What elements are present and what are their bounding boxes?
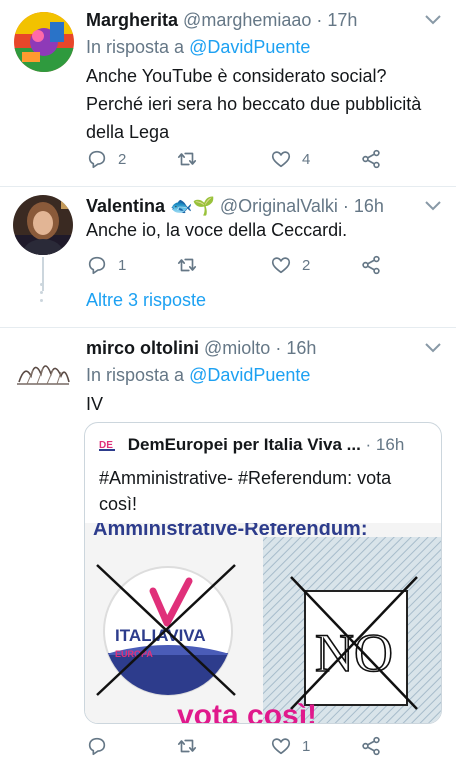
- tweet-margherita[interactable]: Margherita @marghemiaao · 17h In rispost…: [0, 0, 456, 186]
- timestamp: · 17h: [316, 10, 358, 30]
- logo-text-europa: EUROPA: [115, 649, 153, 659]
- share-icon: [362, 255, 380, 275]
- action-bar: 1: [86, 734, 386, 758]
- like-button[interactable]: 4: [270, 147, 310, 171]
- reply-button[interactable]: [86, 734, 118, 758]
- reply-prefix: In risposta a: [86, 37, 190, 57]
- image-footer-text: vota così!: [177, 699, 317, 724]
- quoted-tweet-text: #Amministrative- #Referendum: vota così!: [99, 465, 427, 517]
- retweet-button[interactable]: [176, 147, 208, 171]
- reply-handle-link[interactable]: @DavidPuente: [189, 365, 310, 385]
- reply-context: In risposta a @DavidPuente: [86, 365, 310, 386]
- tweet-text: Anche YouTube è considerato social? Perc…: [86, 62, 442, 146]
- heart-icon: [271, 257, 291, 274]
- action-bar: 1 2: [86, 253, 386, 277]
- tweet-text: IV: [86, 390, 442, 418]
- user-handle[interactable]: @miolto: [204, 338, 270, 358]
- reply-context: In risposta a @DavidPuente: [86, 37, 310, 58]
- like-count: 1: [302, 737, 311, 755]
- share-icon: [362, 736, 380, 756]
- reply-handle-link[interactable]: @DavidPuente: [189, 37, 310, 57]
- reply-icon: [88, 150, 106, 169]
- retweet-button[interactable]: [176, 734, 208, 758]
- tweet-text-line: della Lega: [86, 122, 170, 142]
- retweet-icon: [177, 739, 197, 753]
- reply-prefix: In risposta a: [86, 365, 190, 385]
- quoted-text-line: #Amministrative- #Referendum: vota: [99, 468, 392, 488]
- tweet-text: Anche io, la voce della Ceccardi.: [86, 216, 442, 244]
- like-count: 4: [302, 150, 311, 168]
- share-button[interactable]: [360, 147, 382, 171]
- image-banner-text: Amministrative-Referendum:: [93, 523, 368, 540]
- tweet-text-line: Perché ieri sera ho beccato due pubblici…: [86, 94, 422, 114]
- reply-icon: [88, 737, 106, 756]
- reply-count: 2: [118, 150, 127, 168]
- like-button[interactable]: 2: [270, 253, 310, 277]
- avatar-margherita[interactable]: [14, 12, 74, 72]
- chevron-down-icon[interactable]: [424, 200, 442, 212]
- name-emoji: 🐟🌱: [170, 196, 215, 216]
- quoted-text-line: così!: [99, 494, 138, 514]
- tweet-text-line: Anche YouTube è considerato social?: [86, 66, 387, 86]
- display-name[interactable]: mirco oltolini: [86, 338, 199, 358]
- retweet-icon: [177, 152, 197, 166]
- display-name[interactable]: Valentina: [86, 196, 165, 216]
- quoted-display-name[interactable]: DemEuropei per Italia Viva ...: [128, 435, 361, 454]
- user-handle[interactable]: @OriginalValki: [220, 196, 338, 216]
- action-bar: 2 4: [86, 147, 386, 171]
- chevron-down-icon[interactable]: [424, 14, 442, 26]
- avatar-mirco[interactable]: [13, 342, 73, 402]
- user-handle[interactable]: @marghemiaao: [183, 10, 311, 30]
- tweet-text-line: Anche io, la voce della Ceccardi.: [86, 220, 348, 240]
- timestamp: · 16h: [342, 196, 384, 216]
- quoted-media-image[interactable]: Amministrative-Referendum: ITALIAVIVA EU…: [85, 523, 441, 724]
- timestamp: · 16h: [275, 338, 317, 358]
- chevron-down-icon[interactable]: [424, 342, 442, 354]
- quoted-tweet-card[interactable]: DE DemEuropei per Italia Viva ... · 16h …: [84, 422, 442, 724]
- retweet-icon: [177, 258, 197, 272]
- no-text: NO: [315, 623, 393, 683]
- share-icon: [362, 149, 380, 169]
- tweet-valentina[interactable]: Valentina 🐟🌱 @OriginalValki · 16h Anche …: [0, 187, 456, 327]
- heart-icon: [271, 738, 291, 755]
- quoted-avatar-logo: DE: [99, 436, 117, 451]
- more-replies-link[interactable]: Altre 3 risposte: [86, 290, 206, 311]
- reply-count: 1: [118, 256, 127, 274]
- like-count: 2: [302, 256, 311, 274]
- heart-icon: [271, 151, 291, 168]
- share-button[interactable]: [360, 253, 382, 277]
- reply-icon: [88, 256, 106, 275]
- tweet-text-line: IV: [86, 394, 104, 414]
- avatar-valentina[interactable]: [13, 195, 73, 255]
- retweet-button[interactable]: [176, 253, 208, 277]
- share-button[interactable]: [360, 734, 382, 758]
- reply-button[interactable]: 1: [86, 253, 126, 277]
- quoted-timestamp: · 16h: [365, 435, 405, 454]
- reply-button[interactable]: 2: [86, 147, 126, 171]
- display-name[interactable]: Margherita: [86, 10, 178, 30]
- like-button[interactable]: 1: [270, 734, 310, 758]
- thread-dots: [40, 283, 44, 307]
